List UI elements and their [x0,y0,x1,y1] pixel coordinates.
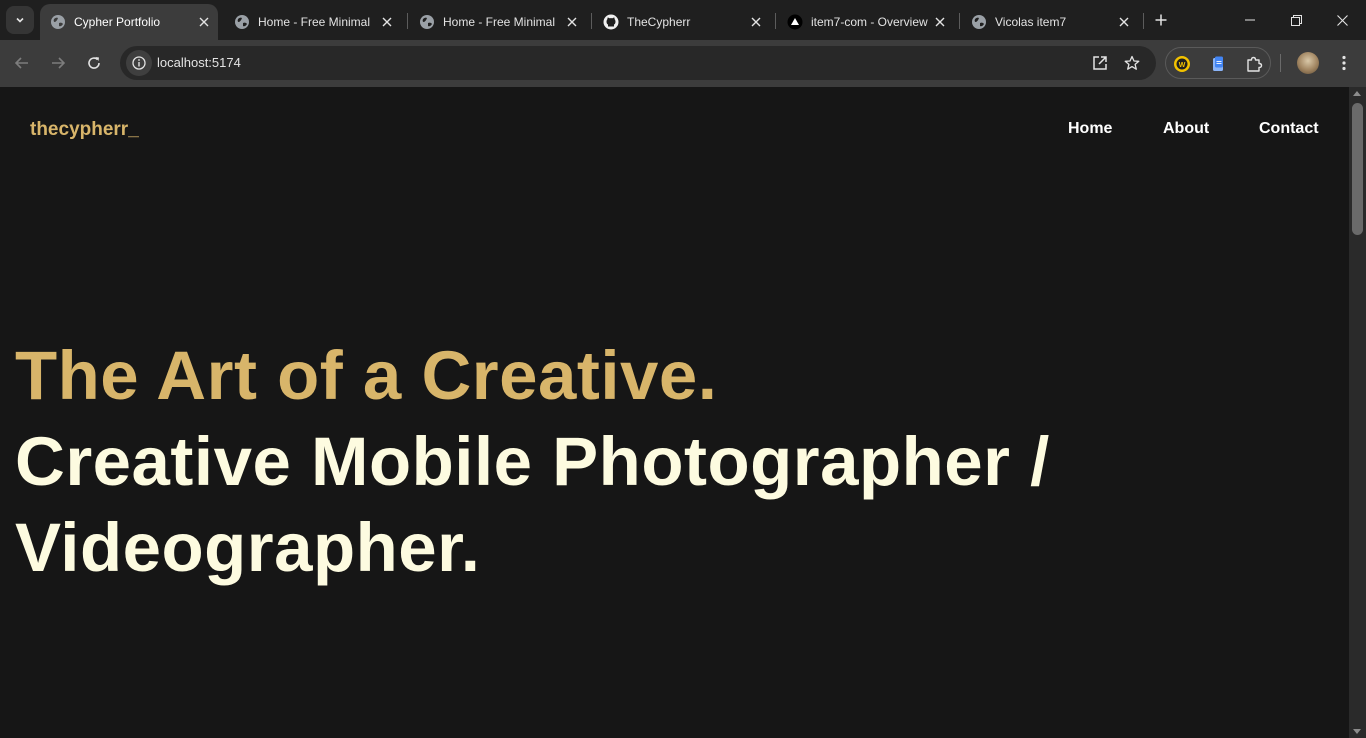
puzzle-icon[interactable] [1242,52,1266,76]
hero-subtitle-line-1: Creative Mobile Photographer / [15,423,1050,500]
site-logo[interactable]: thecypherr_ [30,119,139,141]
toolbar-separator [1280,54,1281,72]
tab-home-free-minimal-2[interactable]: Home - Free Minimal [409,4,586,40]
close-window-button[interactable] [1319,0,1365,40]
globe-icon [50,14,66,30]
github-icon [603,14,619,30]
close-icon[interactable] [748,14,764,30]
minimize-icon [1245,19,1255,21]
tab-separator [959,13,960,29]
back-button[interactable] [7,48,37,78]
globe-icon [971,14,987,30]
reload-icon [88,57,100,69]
restore-icon [1290,14,1302,26]
tab-vicolas-item7[interactable]: Vicolas item7 [961,4,1138,40]
docs-extension-icon[interactable] [1206,52,1230,76]
profile-avatar[interactable] [1297,52,1319,74]
tab-title: Home - Free Minimal [443,15,556,29]
hero-heading: The Art of a Creative. Creative Mobile P… [15,333,1050,591]
vercel-icon [787,14,803,30]
plus-icon [1155,14,1167,26]
external-link-icon [1093,56,1107,70]
extensions-area: W [1165,47,1271,79]
tab-cypher-portfolio[interactable]: Cypher Portfolio [40,4,218,40]
arrow-left-icon [14,57,28,69]
tab-separator [775,13,776,29]
browser-tab-strip: Cypher Portfolio Home - Free Minimal Hom… [0,0,1366,40]
globe-icon [419,14,435,30]
tab-search-button[interactable] [6,6,34,34]
scroll-down-arrow-icon[interactable] [1353,729,1361,734]
hero-accent-line: The Art of a Creative. [15,337,718,414]
tab-title: Cypher Portfolio [74,15,161,29]
address-bar[interactable]: localhost:5174 [120,46,1156,80]
wallet-extension-icon[interactable]: W [1170,52,1194,76]
site-info-button[interactable] [126,50,152,76]
tab-separator [1143,13,1144,29]
tab-title: Home - Free Minimal [258,15,371,29]
close-icon[interactable] [1116,14,1132,30]
nav-link-contact[interactable]: Contact [1259,120,1319,138]
close-icon[interactable] [564,14,580,30]
page-viewport: thecypherr_ Home About Contact The Art o… [0,87,1349,738]
forward-button[interactable] [43,48,73,78]
svg-text:W: W [1179,62,1186,69]
close-icon[interactable] [196,14,212,30]
reload-button[interactable] [79,48,109,78]
globe-icon [234,14,250,30]
tab-separator [407,13,408,29]
scrollbar-thumb[interactable] [1352,103,1363,235]
minimize-button[interactable] [1227,0,1273,40]
open-in-app-button[interactable] [1088,51,1112,75]
star-icon [1124,55,1140,70]
tab-title: TheCypherr [627,15,691,29]
tab-item7-overview[interactable]: item7-com - Overview [777,4,954,40]
nav-link-about[interactable]: About [1163,120,1209,138]
close-icon[interactable] [379,14,395,30]
close-icon [1336,14,1348,26]
arrow-right-icon [52,57,66,69]
close-icon[interactable] [932,14,948,30]
tab-title: item7-com - Overview [811,15,928,29]
kebab-menu-icon [1342,55,1346,71]
tab-separator [591,13,592,29]
tab-thecypherr-github[interactable]: TheCypherr [593,4,770,40]
browser-menu-button[interactable] [1332,51,1356,75]
tab-title: Vicolas item7 [995,15,1067,29]
url-text[interactable]: localhost:5174 [157,55,241,70]
nav-link-home[interactable]: Home [1068,120,1112,138]
info-icon [132,56,146,70]
restore-button[interactable] [1273,0,1319,40]
chevron-down-icon [16,17,24,23]
new-tab-button[interactable] [1149,8,1173,32]
browser-toolbar: localhost:5174 W [0,40,1366,87]
page-scrollbar[interactable] [1349,87,1366,738]
bookmark-button[interactable] [1120,51,1144,75]
tab-home-free-minimal[interactable]: Home - Free Minimal [224,4,401,40]
hero-subtitle-line-2: Videographer. [15,509,481,586]
scroll-up-arrow-icon[interactable] [1353,91,1361,96]
